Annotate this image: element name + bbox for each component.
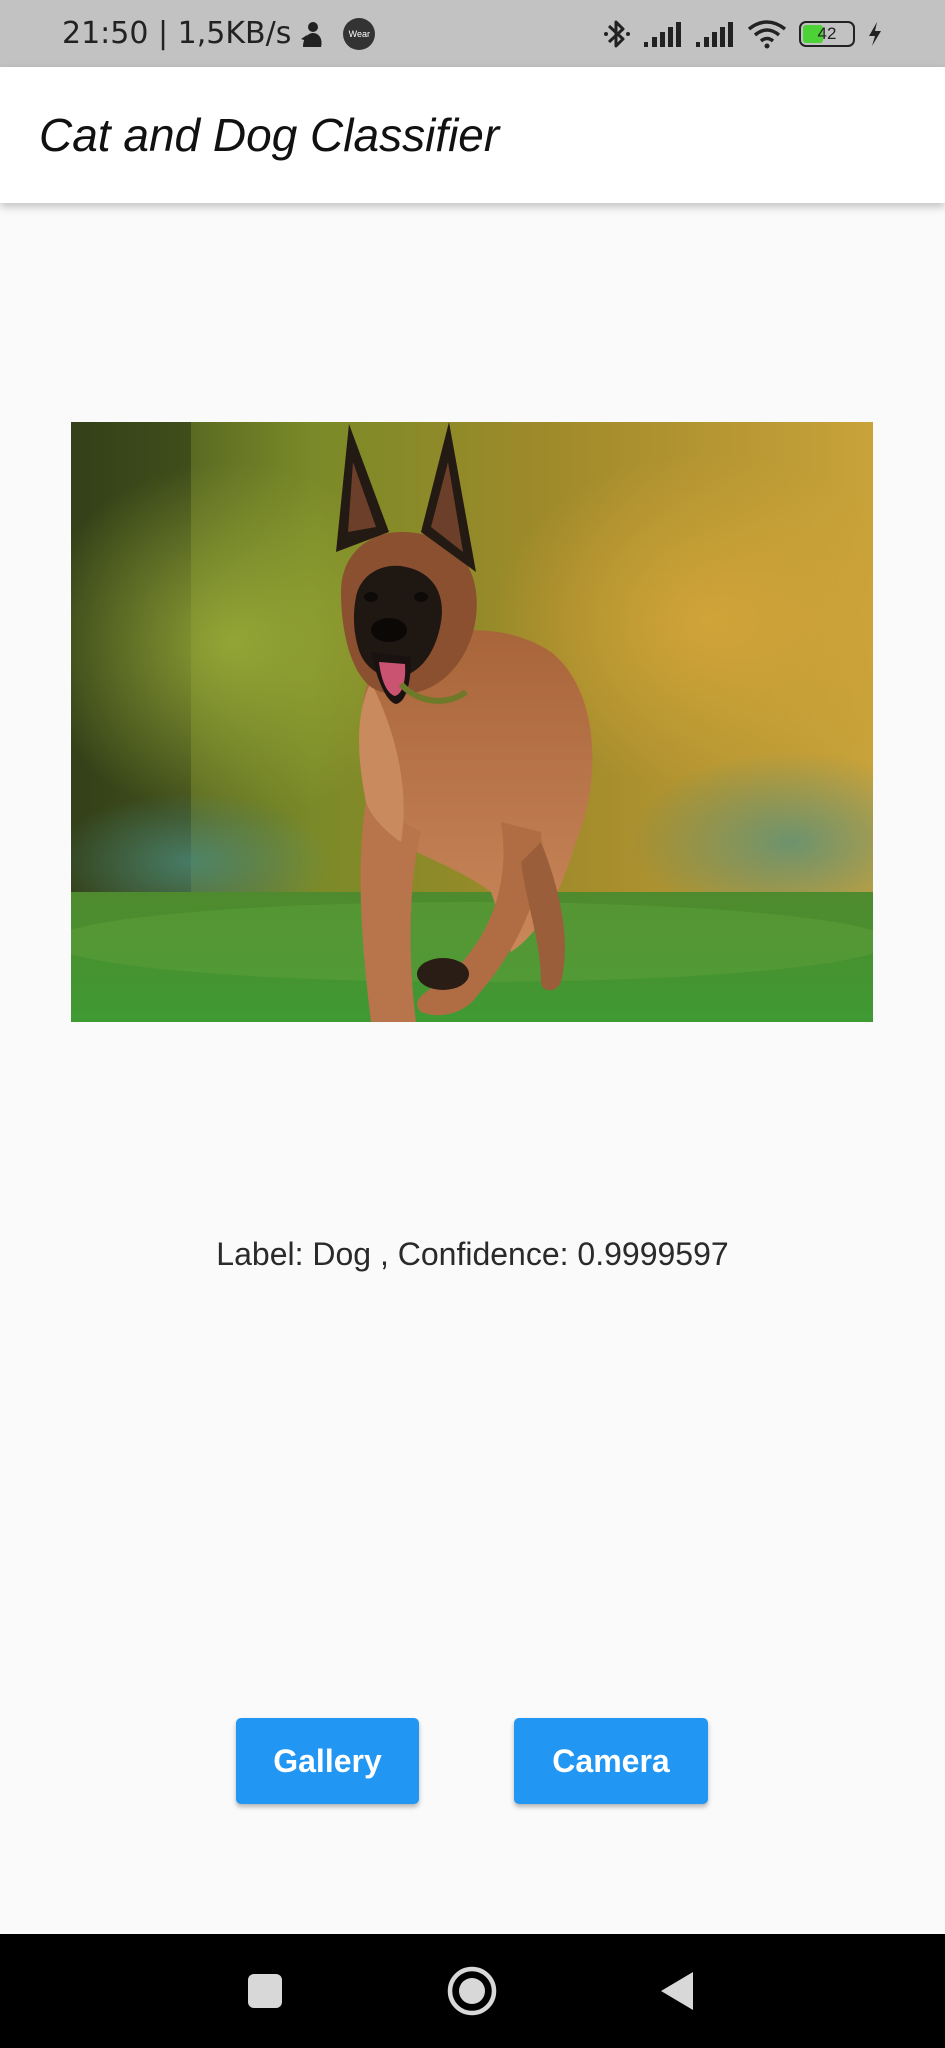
- recents-square-icon: [248, 1974, 282, 2008]
- notification-icon: [299, 19, 325, 49]
- camera-button[interactable]: Camera: [514, 1718, 708, 1804]
- signal-icon: [643, 20, 683, 48]
- bluetooth-icon: [603, 17, 631, 51]
- back-triangle-icon: [661, 1972, 693, 2010]
- wear-icon: Wear: [343, 17, 376, 50]
- time-and-network-speed: 21:50 | 1,5KB/s: [62, 16, 292, 51]
- classification-result: Label: Dog , Confidence: 0.9999597: [216, 1236, 729, 1272]
- battery-icon: 42: [799, 20, 855, 47]
- status-bar: 21:50 | 1,5KB/s Wear 42: [0, 0, 945, 67]
- classified-dog-photo: [71, 422, 873, 1022]
- wifi-icon: [747, 19, 787, 49]
- recents-button[interactable]: [205, 1934, 325, 2048]
- back-button[interactable]: [617, 1934, 737, 2048]
- app-bar: Cat and Dog Classifier: [0, 67, 945, 203]
- gallery-button[interactable]: Gallery: [236, 1718, 419, 1804]
- charging-icon: [867, 21, 883, 47]
- home-button[interactable]: [412, 1934, 532, 2048]
- system-nav-bar: [0, 1934, 945, 2048]
- status-right: 42: [603, 0, 883, 67]
- home-circle-icon: [447, 1966, 497, 2016]
- signal-icon: [695, 20, 735, 48]
- page-title: Cat and Dog Classifier: [39, 109, 500, 161]
- battery-level: 42: [817, 23, 837, 43]
- status-left: 21:50 | 1,5KB/s Wear: [62, 0, 376, 67]
